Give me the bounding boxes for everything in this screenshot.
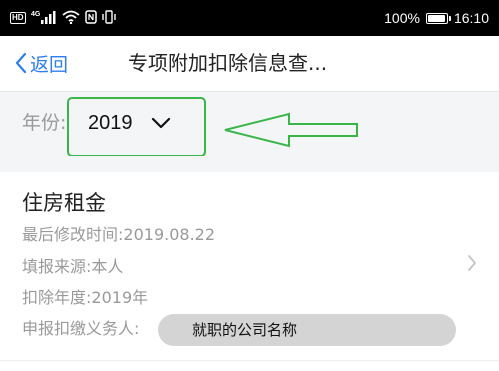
- battery-tip: [448, 15, 451, 21]
- page-title: 专项附加扣除信息查...: [128, 51, 328, 75]
- back-label: 返回: [30, 53, 69, 76]
- last-modified-value: 2019.08.22: [123, 225, 216, 244]
- battery-icon: [425, 12, 451, 24]
- source-row: 填报来源:本人: [22, 256, 123, 278]
- status-right-group: 100% 16:10: [384, 8, 489, 28]
- back-button[interactable]: 返回: [14, 48, 68, 78]
- signal-icon: 4G: [31, 9, 57, 28]
- withholder-value: 就职的公司名称: [158, 314, 456, 346]
- withholder-row: 申报扣缴义务人:: [22, 318, 139, 340]
- clock: 16:10: [453, 10, 489, 26]
- last-modified-row: 最后修改时间:2019.08.22: [22, 224, 215, 246]
- source-label: 填报来源:: [22, 257, 92, 276]
- nfc-icon: [84, 9, 97, 28]
- source-value: 本人: [91, 257, 124, 276]
- bottom-divider: [0, 360, 499, 361]
- record-title: 住房租金: [22, 191, 106, 215]
- vibrate-icon: [101, 9, 116, 28]
- annotation-highlight-box: [67, 97, 206, 157]
- app-screen: HD 4G 100% 16:10 返回 专项附加扣除信息查... 年份: 201…: [0, 0, 499, 371]
- network-type-label: 4G: [31, 11, 41, 18]
- hd-icon: HD: [10, 12, 26, 24]
- chevron-right-icon: [468, 255, 476, 271]
- battery-fill: [427, 14, 445, 22]
- wifi-icon: [61, 9, 80, 28]
- record-card-housing-rent[interactable]: 住房租金 最后修改时间:2019.08.22 填报来源:本人 扣除年度:2019…: [0, 172, 499, 362]
- status-bar: HD 4G 100% 16:10: [0, 0, 499, 36]
- deduction-year-label: 扣除年度:: [22, 288, 92, 307]
- last-modified-label: 最后修改时间:: [22, 225, 124, 244]
- chevron-left-icon: [15, 52, 27, 74]
- year-label: 年份:: [22, 112, 67, 134]
- annotation-arrow-icon: [224, 112, 358, 148]
- deduction-year-row: 扣除年度:2019年: [22, 287, 148, 309]
- navigation-bar: 返回 专项附加扣除信息查...: [0, 36, 499, 92]
- status-left-group: HD 4G: [10, 8, 116, 28]
- section-divider: [0, 156, 499, 172]
- deduction-year-value: 2019年: [91, 288, 149, 307]
- withholder-label: 申报扣缴义务人:: [22, 319, 140, 338]
- battery-percent: 100%: [384, 10, 420, 26]
